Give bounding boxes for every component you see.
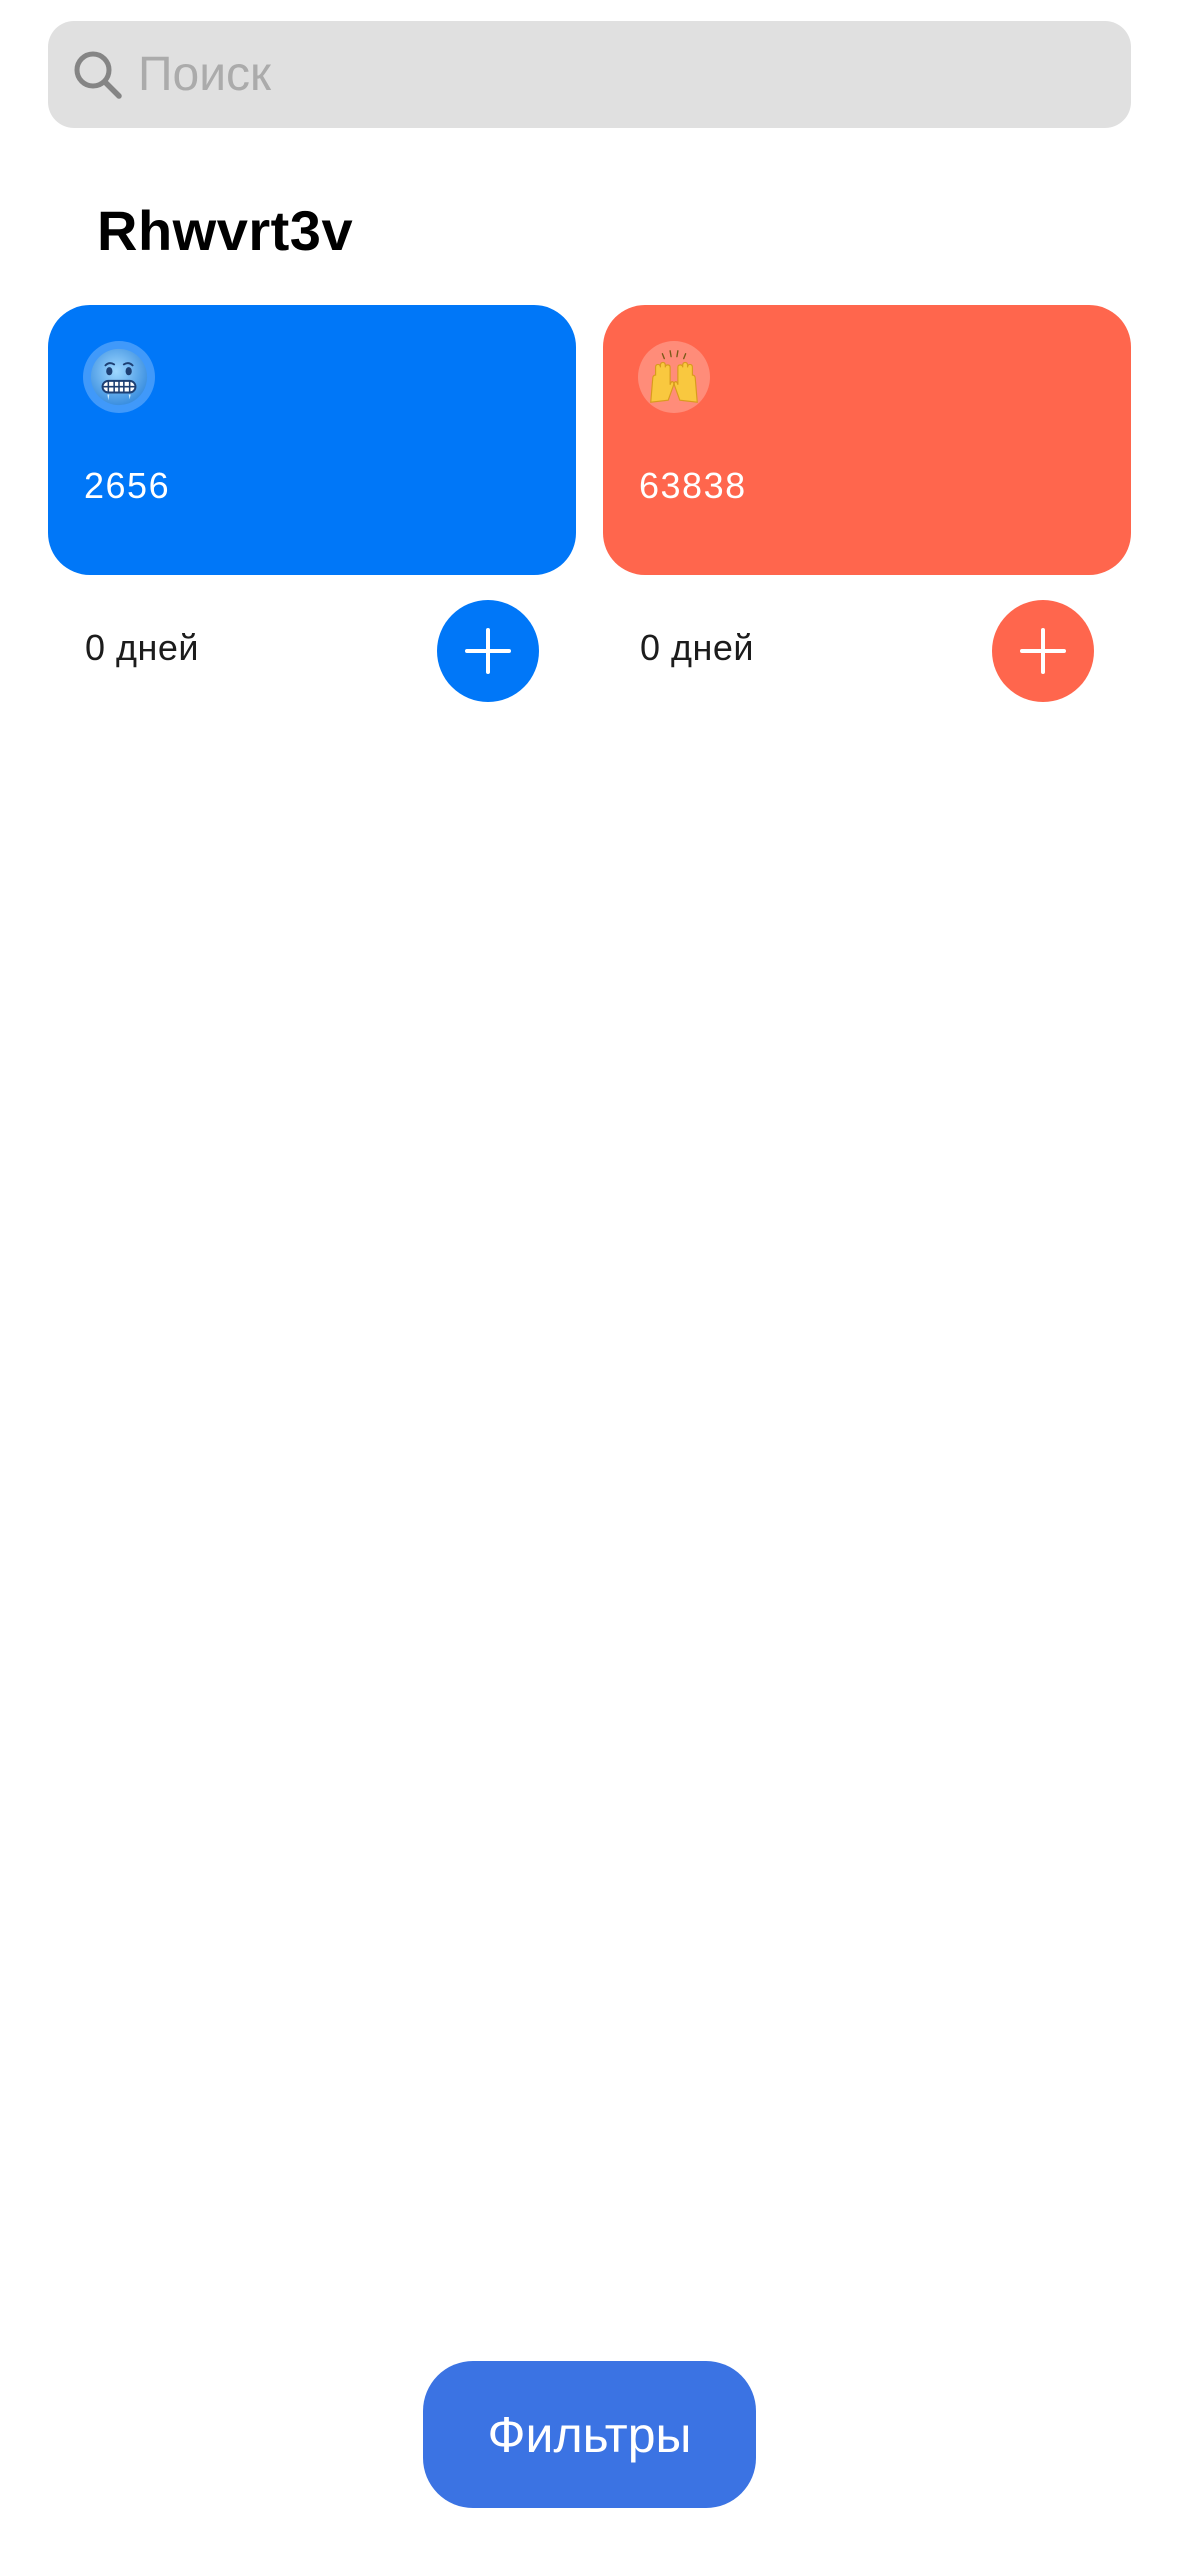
cold-face-emoji-icon xyxy=(83,341,155,413)
plus-icon xyxy=(465,628,511,674)
search-icon xyxy=(70,47,126,103)
filters-button[interactable]: Фильтры xyxy=(423,2361,756,2508)
plus-icon xyxy=(1020,628,1066,674)
search-input[interactable] xyxy=(138,21,1098,128)
days-label: 0 дней xyxy=(85,627,200,668)
section-title: Rhwvrt3v xyxy=(97,199,354,262)
days-label: 0 дней xyxy=(640,627,755,668)
card-count: 63838 xyxy=(639,465,747,506)
add-button[interactable] xyxy=(437,600,539,702)
add-button[interactable] xyxy=(992,600,1094,702)
search-bar[interactable] xyxy=(48,21,1131,128)
tracker-card[interactable]: 2656 xyxy=(48,305,576,575)
card-count: 2656 xyxy=(84,465,171,506)
raising-hands-emoji-icon xyxy=(638,341,710,413)
tracker-card[interactable]: 63838 xyxy=(603,305,1131,575)
